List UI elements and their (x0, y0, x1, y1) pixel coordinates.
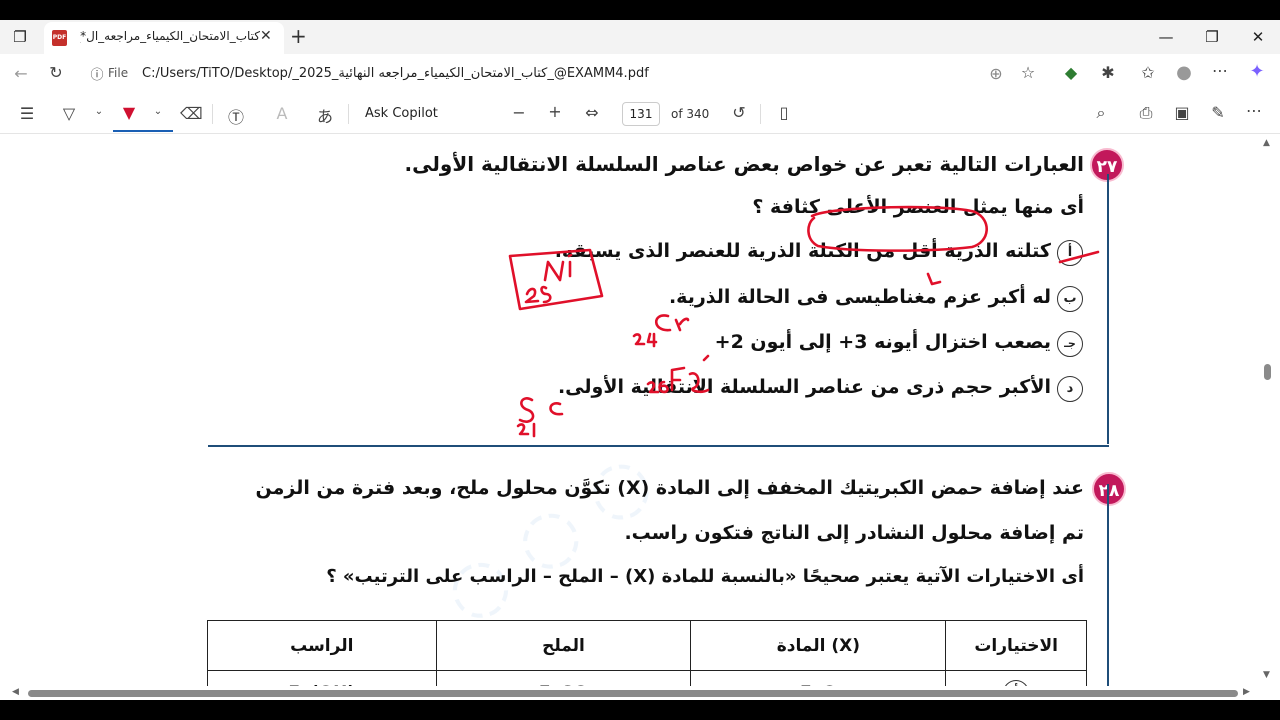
tab-title: كتاب_الامتحان_الكيمياء_مراجعه_ال*_ (80, 29, 260, 43)
extension-icon[interactable]: ◆ (1060, 63, 1082, 82)
back-icon[interactable]: ← (10, 64, 32, 83)
draw-pen-icon[interactable]: ▼ (118, 103, 140, 122)
copilot-icon[interactable]: ✦ (1246, 61, 1268, 82)
page-count: of 340 (671, 107, 710, 121)
ink-mark-stroke (646, 380, 669, 394)
save-as-icon[interactable]: ✎ (1207, 103, 1229, 122)
vertical-scroll-thumb[interactable] (1264, 364, 1271, 380)
ink-mark-stroke (516, 422, 536, 438)
ink-mark-stroke (670, 354, 710, 393)
ink-annotations (508, 205, 1100, 438)
pdf-page[interactable]: ◌ ◌ ◌ ٢٧ العبارات التالية تعبر عن خواص ب… (0, 134, 1280, 686)
pdf-file-icon: PDF (52, 30, 67, 46)
text-box-icon[interactable]: Ⓣ (225, 104, 247, 128)
extensions-puzzle-icon[interactable]: ✱ (1097, 63, 1119, 82)
horizontal-scroll-thumb[interactable] (28, 690, 1238, 697)
active-tool-indicator (113, 130, 173, 132)
ink-box-stroke (508, 248, 604, 311)
zoom-out-icon[interactable]: − (508, 103, 530, 122)
page-number-input[interactable]: 131 (622, 102, 660, 126)
fit-to-width-icon[interactable]: ⇔ (581, 103, 603, 122)
pdf-more-icon[interactable]: ⋯ (1243, 101, 1265, 120)
search-icon[interactable]: ⌕ (1090, 103, 1112, 123)
scroll-left-icon[interactable]: ◀ (12, 687, 19, 697)
contents-list-icon[interactable]: ☰ (16, 104, 38, 123)
ink-mark-stroke (632, 332, 658, 348)
toolbar-divider (760, 104, 761, 124)
eraser-icon[interactable]: ⌫ (180, 104, 203, 123)
info-icon[interactable]: ⓘ (86, 64, 108, 83)
ink-mark-stroke (524, 285, 552, 304)
draw-dropdown-icon[interactable]: ⌄ (147, 106, 169, 117)
new-tab-icon[interactable]: + (290, 24, 307, 48)
ink-mark-stroke (543, 253, 573, 282)
refresh-icon[interactable]: ↻ (45, 63, 67, 82)
ink-circle-stroke (807, 205, 988, 252)
toolbar-divider (212, 104, 213, 124)
minimize-icon[interactable]: — (1156, 27, 1176, 47)
close-window-icon[interactable]: ✕ (1248, 27, 1268, 47)
ask-copilot-button[interactable]: Ask Copilot (365, 106, 438, 121)
horizontal-scrollbar[interactable]: ◀ ▶ (0, 686, 1262, 700)
highlight-icon[interactable]: ▽ (58, 104, 80, 123)
save-icon[interactable]: ▣ (1171, 103, 1193, 122)
ink-mark-stroke (518, 397, 564, 423)
more-menu-icon[interactable]: ⋯ (1209, 61, 1231, 80)
restore-icon[interactable]: ❐ (1202, 27, 1222, 47)
browser-window: ❐ PDF كتاب_الامتحان_الكيمياء_مراجعه_ال*_… (0, 20, 1280, 700)
zoom-in-icon[interactable]: + (544, 102, 566, 121)
rotate-icon[interactable]: ↺ (728, 103, 750, 122)
read-aloud-icon[interactable]: A (271, 104, 293, 123)
ink-mark-stroke (654, 314, 690, 332)
active-tab[interactable]: PDF كتاب_الامتحان_الكيمياء_مراجعه_ال*_ ✕ (44, 22, 284, 54)
scroll-up-icon[interactable]: ▲ (1263, 138, 1270, 148)
close-tab-icon[interactable]: ✕ (260, 28, 272, 44)
vertical-scrollbar[interactable]: ▲ ▼ (1262, 134, 1274, 686)
profile-avatar-icon[interactable]: ● (1173, 62, 1195, 83)
address-bar: ← ↻ ⓘ File C:/Users/TiTO/Desktop/_2025_ك… (0, 54, 1280, 94)
tab-bar: ❐ PDF كتاب_الامتحان_الكيمياء_مراجعه_ال*_… (0, 20, 1280, 54)
url-input[interactable]: C:/Users/TiTO/Desktop/_2025_كتاب_الامتحا… (142, 66, 649, 81)
favorite-star-icon[interactable]: ☆ (1017, 63, 1039, 82)
pdf-toolbar: ☰ ▽ ⌄ ▼ ⌄ ⌫ Ⓣ A あ Ask Copilot − + ⇔ 131 … (0, 94, 1280, 134)
print-icon[interactable]: ⎙ (1135, 103, 1157, 123)
scroll-right-icon[interactable]: ▶ (1243, 687, 1250, 697)
favorites-icon[interactable]: ✩ (1137, 63, 1159, 82)
file-scheme-label: File (108, 66, 129, 80)
highlight-dropdown-icon[interactable]: ⌄ (88, 106, 110, 117)
ink-tick-stroke (1058, 250, 1100, 264)
ink-tick-stroke (926, 272, 942, 286)
toolbar-divider (348, 104, 349, 124)
page-view-icon[interactable]: ▯ (773, 103, 795, 122)
scroll-down-icon[interactable]: ▼ (1263, 670, 1270, 680)
tab-actions-icon[interactable]: ❐ (10, 27, 30, 47)
translate-icon[interactable]: あ (314, 103, 336, 127)
zoom-icon[interactable]: ⊕ (985, 64, 1007, 83)
